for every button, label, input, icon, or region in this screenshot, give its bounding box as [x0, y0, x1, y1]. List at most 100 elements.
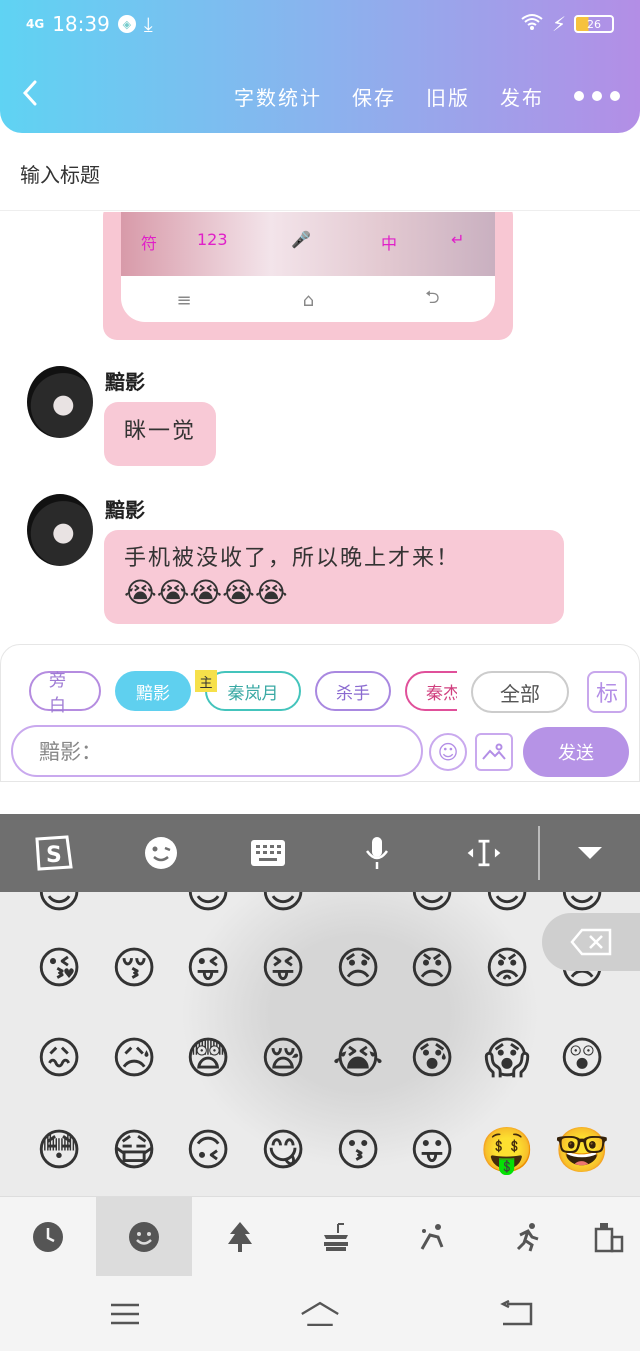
activity-icon[interactable] [384, 1197, 480, 1277]
running-icon[interactable] [480, 1197, 576, 1277]
recent-icon[interactable] [0, 1197, 96, 1277]
emoji-key[interactable]: 😋 [253, 1120, 313, 1180]
phone-screenshot-image: 符 123 🎤 中 ↵ ≡ ⌂ ⮌ [121, 212, 495, 322]
menu-icon[interactable] [105, 1294, 145, 1334]
screenshot-key: 符 [141, 234, 158, 253]
word-count-button[interactable]: 字数统计 [234, 82, 322, 111]
sogou-logo-icon[interactable]: S [33, 833, 73, 873]
send-button[interactable]: 发送 [523, 727, 629, 777]
composer: 旁白 黯影 秦岚月 杀手 秦杰 全部 标 黯影： ☺ 发送 [0, 644, 640, 782]
sender-name: 黯影 [105, 370, 145, 394]
emoji-key[interactable]: 😠 [402, 938, 462, 998]
role-chip-qinlanyue[interactable]: 秦岚月 [205, 671, 301, 711]
toolbar-divider [538, 826, 540, 880]
emoji-key[interactable]: 😡 [477, 938, 537, 998]
avatar[interactable] [27, 366, 93, 438]
avatar[interactable] [27, 494, 93, 566]
emoji-key[interactable]: 😘 [29, 938, 89, 998]
message-text: 眯一觉 [124, 419, 197, 444]
more-icon[interactable] [574, 91, 620, 101]
screenshot-enter-icon: ↵ [451, 230, 465, 249]
emoji-key[interactable]: 😰 [402, 1028, 462, 1088]
save-button[interactable]: 保存 [352, 82, 396, 111]
charging-icon: ⚡ [551, 12, 566, 36]
emoji-key[interactable]: 😞 [328, 938, 388, 998]
message-bubble[interactable]: 眯一觉 [104, 402, 217, 466]
building-icon[interactable] [576, 1197, 640, 1277]
emoji-key[interactable]: 😷 [104, 1120, 164, 1180]
screenshot-key: 中 [381, 234, 398, 253]
cursor-icon[interactable] [464, 833, 504, 873]
notification-icon: ◈ [117, 15, 136, 33]
emoji-key[interactable]: 🤓 [552, 1120, 612, 1180]
role-chip-anying[interactable]: 黯影 [115, 671, 191, 711]
emoji-key[interactable]: 😛 [402, 1120, 462, 1180]
message-text: 手机被没收了，所以晚上才来！ [124, 546, 461, 571]
role-chip-narration[interactable]: 旁白 [29, 671, 101, 713]
emoji-key[interactable]: 😪 [253, 1028, 313, 1088]
image-icon[interactable] [475, 733, 513, 771]
system-navigation-bar [0, 1276, 640, 1351]
emoji-key[interactable]: 😲 [552, 1028, 612, 1088]
publish-button[interactable]: 发布 [500, 82, 544, 111]
chat-area: 符 123 🎤 中 ↵ ≡ ⌂ ⮌ 黯影 眯一觉 黯影 手机被没收了，所以晚上才… [0, 212, 640, 644]
food-icon[interactable] [288, 1197, 384, 1277]
emoji-key[interactable]: 😭 [328, 1028, 388, 1088]
battery-icon: 26 [574, 15, 614, 33]
image-message[interactable]: 符 123 🎤 中 ↵ ≡ ⌂ ⮌ [103, 212, 513, 340]
emoji-partial[interactable]: 😊 [253, 892, 313, 922]
crying-emoji-row: 😭😭😭😭😭 [124, 576, 288, 609]
network-indicator: 4G [26, 17, 45, 31]
emoji-icon[interactable]: ☺ [429, 733, 467, 771]
collapse-icon[interactable] [570, 833, 610, 873]
emoji-key[interactable]: 😜 [178, 938, 238, 998]
emoji-partial[interactable]: 😊 [477, 892, 537, 922]
message-input[interactable]: 黯影： [11, 725, 423, 777]
wifi-icon [520, 12, 544, 36]
emoji-category-bar [0, 1196, 640, 1277]
emoji-partial[interactable]: 😊 [178, 892, 238, 922]
screenshot-key: 123 [197, 230, 228, 249]
backspace-icon[interactable] [542, 913, 640, 971]
download-icon: ⤓ [143, 12, 153, 36]
role-chip-qinjie[interactable]: 秦杰 [405, 671, 457, 711]
screenshot-mic-icon: 🎤 [291, 230, 311, 249]
emoji-key[interactable]: 😱 [477, 1028, 537, 1088]
emoji-key[interactable]: 🙃 [178, 1120, 238, 1180]
screenshot-home-icon: ⌂ [302, 289, 315, 311]
emoji-key[interactable]: 😳 [29, 1120, 89, 1180]
nature-icon[interactable] [192, 1197, 288, 1277]
role-chip-killer[interactable]: 杀手 [315, 671, 391, 711]
all-roles-button[interactable]: 全部 [471, 671, 569, 713]
old-version-button[interactable]: 旧版 [426, 82, 470, 111]
smiley-icon[interactable] [96, 1197, 192, 1277]
keyboard-toolbar: S [0, 814, 640, 892]
title-placeholder: 输入标题 [20, 163, 100, 187]
role-chips: 旁白 黯影 秦岚月 杀手 秦杰 [29, 671, 457, 713]
emoji-key[interactable]: 😨 [178, 1028, 238, 1088]
back-icon[interactable] [22, 80, 46, 112]
emoji-partial[interactable]: 😊 [29, 892, 89, 922]
keyboard-icon[interactable] [248, 833, 288, 873]
back-nav-icon[interactable] [496, 1294, 536, 1334]
home-icon[interactable] [300, 1294, 340, 1334]
app-header: 4G 18:39 ◈ ⤓ ⚡ 26 字数统计 保存 旧版 发布 [0, 0, 640, 133]
title-field[interactable]: 输入标题 [0, 133, 640, 211]
svg-text:S: S [46, 843, 62, 868]
emoji-key[interactable]: 😚 [104, 938, 164, 998]
sender-name: 黯影 [105, 498, 145, 522]
emoji-key[interactable]: 😖 [29, 1028, 89, 1088]
status-bar: 4G 18:39 ◈ ⤓ ⚡ 26 [26, 10, 614, 38]
screenshot-menu-icon: ≡ [176, 289, 192, 311]
emoji-key[interactable]: 😝 [253, 938, 313, 998]
tag-button[interactable]: 标 [587, 671, 627, 713]
message-bubble[interactable]: 手机被没收了，所以晚上才来！ 😭😭😭😭😭 [104, 530, 564, 624]
emoji-key[interactable]: 🤑 [477, 1120, 537, 1180]
clock: 18:39 [52, 12, 110, 36]
emoji-key[interactable]: 😗 [328, 1120, 388, 1180]
emoji-partial[interactable]: 😊 [402, 892, 462, 922]
emoji-key[interactable]: 😥 [104, 1028, 164, 1088]
emoji-icon[interactable] [141, 833, 181, 873]
microphone-icon[interactable] [357, 833, 397, 873]
master-badge: 主 [195, 670, 217, 692]
